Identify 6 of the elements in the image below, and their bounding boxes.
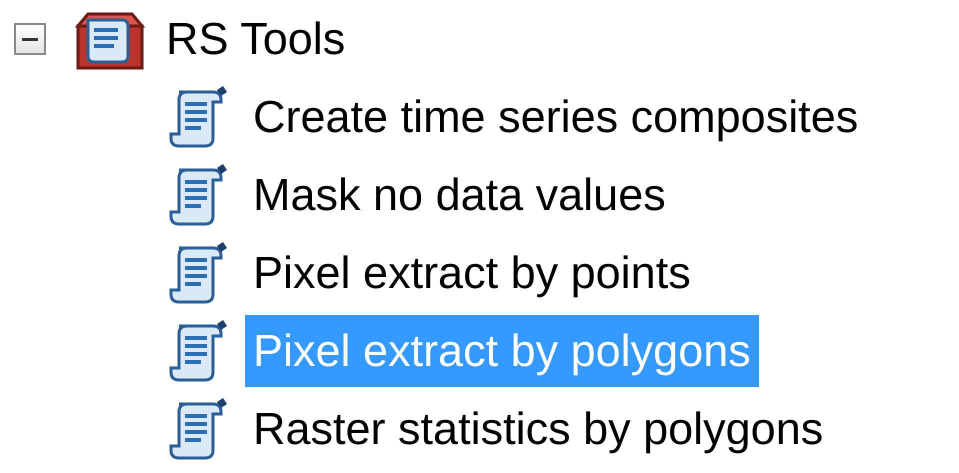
tool-item[interactable]: Create time series composites <box>245 81 866 153</box>
tool-item[interactable]: Mask no data values <box>245 159 674 231</box>
tool-item[interactable]: Pixel extract by points <box>245 237 699 309</box>
collapse-icon[interactable] <box>14 23 46 55</box>
toolbox-label[interactable]: RS Tools <box>158 3 354 75</box>
tool-item[interactable]: Raster statistics by polygons <box>245 393 832 465</box>
